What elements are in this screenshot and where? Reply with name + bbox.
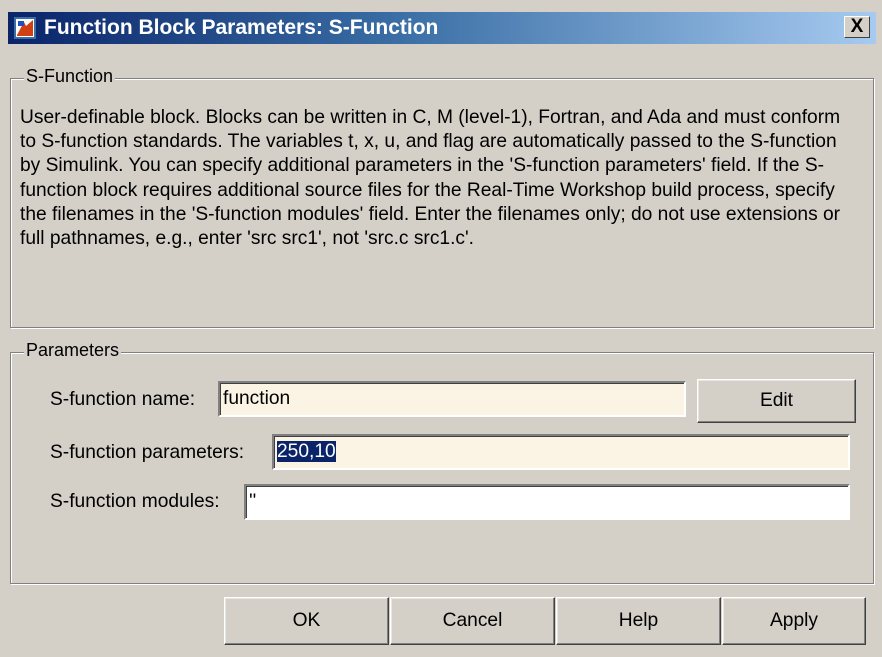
- apply-button[interactable]: Apply: [722, 597, 866, 645]
- sfunction-parameters-field[interactable]: 250,10: [272, 434, 850, 470]
- dialog-window: Function Block Parameters: S-Function X …: [0, 0, 882, 657]
- help-button[interactable]: Help: [556, 597, 721, 645]
- close-button[interactable]: X: [844, 16, 870, 38]
- ok-button[interactable]: OK: [224, 597, 389, 645]
- close-icon: X: [850, 16, 864, 37]
- sfunction-modules-field[interactable]: '': [244, 484, 850, 520]
- parameters-group-legend: Parameters: [24, 340, 122, 360]
- sfunction-group-legend: S-Function: [24, 66, 116, 86]
- sfunction-modules-label: S-function modules:: [50, 491, 220, 512]
- cancel-button[interactable]: Cancel: [390, 597, 555, 645]
- title-bar[interactable]: Function Block Parameters: S-Function X: [8, 12, 876, 44]
- edit-button[interactable]: Edit: [697, 379, 856, 423]
- sfunction-parameters-label: S-function parameters:: [50, 442, 245, 463]
- parameters-selected-text: 250,10: [277, 441, 336, 462]
- window-title: Function Block Parameters: S-Function: [44, 16, 439, 39]
- block-description: User-definable block. Blocks can be writ…: [20, 107, 841, 250]
- simulink-block-icon: [14, 17, 36, 39]
- sfunction-name-field[interactable]: function: [218, 381, 686, 417]
- sfunction-name-label: S-function name:: [50, 389, 196, 410]
